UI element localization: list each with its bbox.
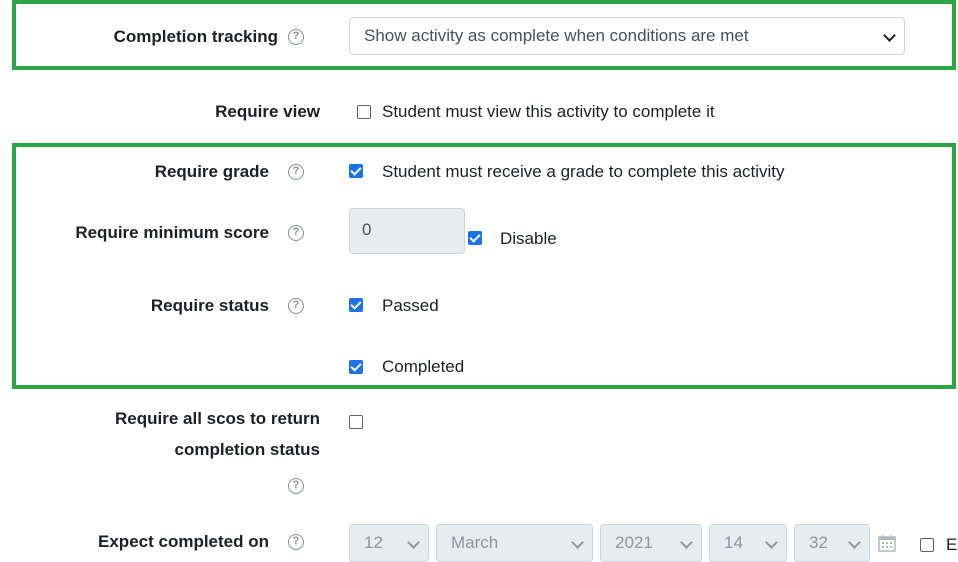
- completed-checkbox-label[interactable]: Completed: [382, 355, 464, 379]
- require-grade-checkbox-label[interactable]: Student must receive a grade to complete…: [382, 160, 785, 184]
- require-minimum-score-label: Require minimum score: [75, 223, 269, 242]
- enable-date-label[interactable]: E: [946, 533, 957, 557]
- chevron-down-icon: [407, 536, 420, 549]
- help-icon[interactable]: ?: [288, 534, 304, 550]
- enable-date-checkbox[interactable]: [920, 538, 934, 552]
- chevron-down-icon: [765, 536, 778, 549]
- require-all-scos-checkbox[interactable]: [349, 415, 363, 429]
- help-icon[interactable]: ?: [288, 29, 304, 45]
- minimum-score-input[interactable]: 0: [349, 208, 465, 254]
- help-icon[interactable]: ?: [288, 225, 304, 241]
- month-select[interactable]: March: [436, 524, 593, 562]
- disable-min-score-checkbox[interactable]: [468, 231, 482, 245]
- completion-tracking-value: Show activity as complete when condition…: [364, 26, 749, 45]
- minute-select[interactable]: 32: [794, 524, 870, 562]
- chevron-down-icon: [680, 536, 693, 549]
- chevron-down-icon: [883, 29, 896, 42]
- month-value: March: [451, 533, 499, 552]
- hour-value: 14: [724, 533, 743, 552]
- completion-tracking-select[interactable]: Show activity as complete when condition…: [349, 17, 905, 55]
- completed-checkbox[interactable]: [349, 360, 363, 374]
- require-all-scos-label-line1: Require all scos to return: [115, 409, 320, 428]
- hour-select[interactable]: 14: [709, 524, 787, 562]
- require-view-label: Require view: [215, 102, 320, 121]
- require-all-scos-label-line2: completion status: [174, 440, 320, 459]
- require-status-label: Require status: [150, 296, 269, 315]
- passed-checkbox[interactable]: [349, 298, 363, 312]
- day-select[interactable]: 12: [349, 524, 429, 562]
- year-select[interactable]: 2021: [600, 524, 702, 562]
- require-view-checkbox[interactable]: [357, 105, 371, 119]
- year-value: 2021: [615, 533, 653, 552]
- disable-min-score-label[interactable]: Disable: [500, 227, 557, 251]
- require-grade-label: Require grade: [154, 162, 269, 181]
- calendar-icon[interactable]: [877, 534, 897, 552]
- chevron-down-icon: [571, 536, 584, 549]
- minute-value: 32: [809, 533, 828, 552]
- require-view-checkbox-label[interactable]: Student must view this activity to compl…: [382, 100, 715, 124]
- chevron-down-icon: [848, 536, 861, 549]
- expect-completed-label: Expect completed on: [98, 532, 269, 551]
- help-icon[interactable]: ?: [288, 298, 304, 314]
- require-grade-checkbox[interactable]: [349, 164, 363, 178]
- passed-checkbox-label[interactable]: Passed: [382, 294, 439, 318]
- completion-tracking-label: Completion tracking: [113, 27, 278, 46]
- help-icon[interactable]: ?: [288, 478, 304, 494]
- day-value: 12: [364, 533, 383, 552]
- help-icon[interactable]: ?: [288, 164, 304, 180]
